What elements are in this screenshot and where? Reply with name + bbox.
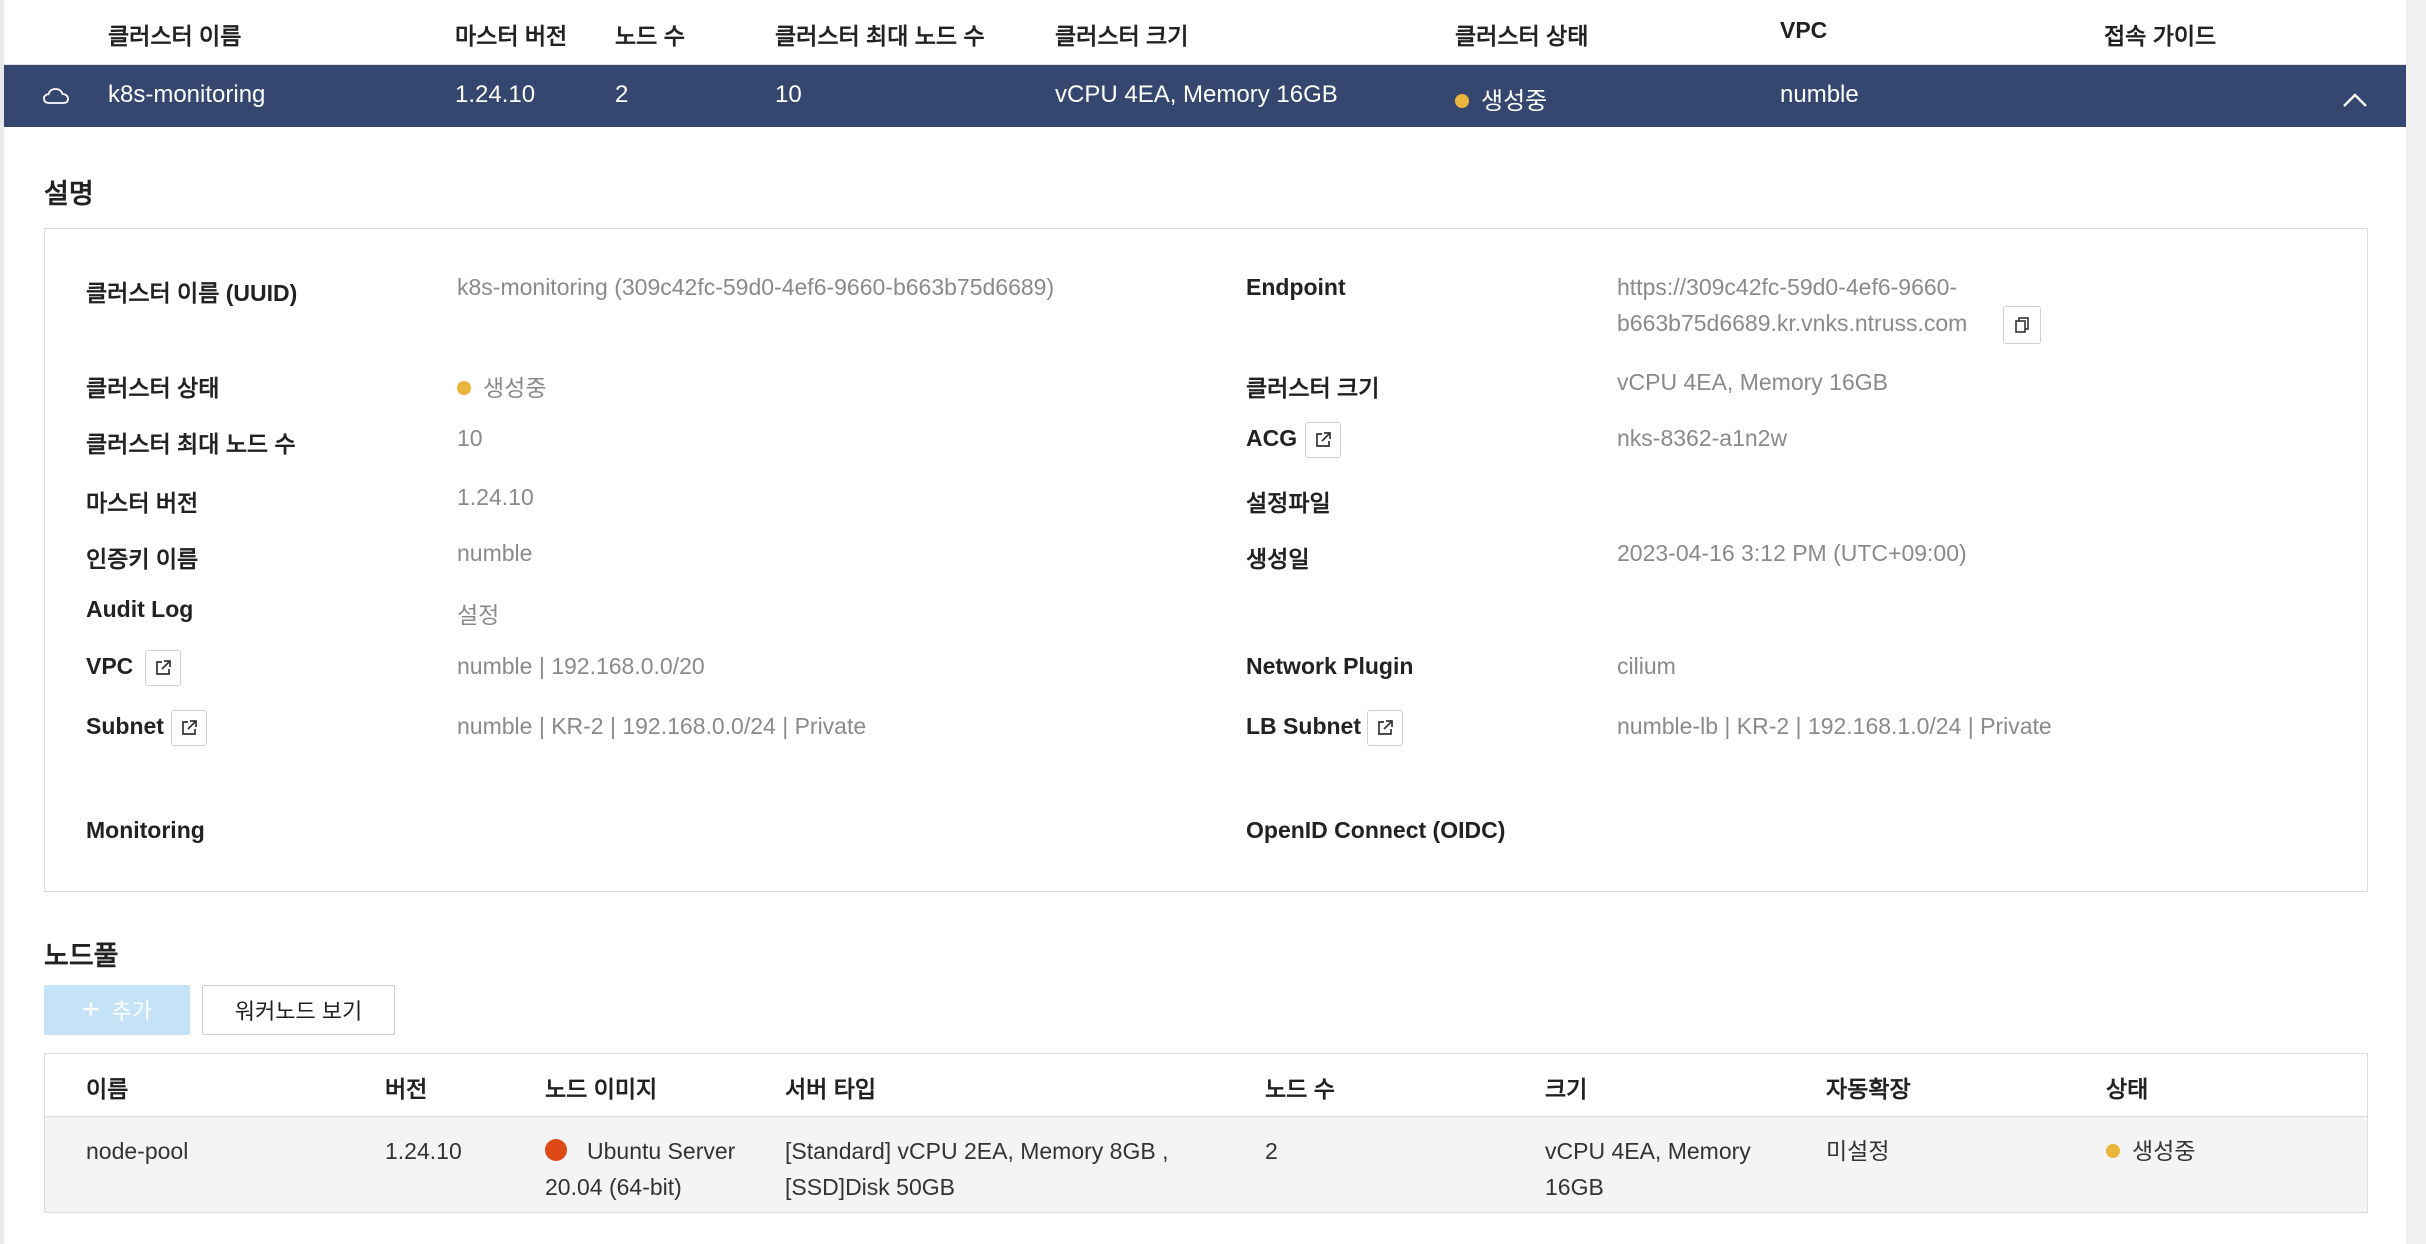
col-cluster-status[interactable]: 클러스터 상태	[1455, 17, 1588, 51]
np-server-line2: [SSD]Disk 50GB	[785, 1174, 955, 1200]
cluster-master-version: 1.24.10	[455, 81, 536, 108]
np-autoscale: 미설정	[1826, 1138, 1890, 1164]
col-vpc[interactable]: VPC	[1780, 17, 1827, 44]
oidc-label: OpenID Connect (OIDC)	[1246, 817, 1506, 843]
created-label: 생성일	[1246, 546, 1310, 572]
config-file-label: 설정파일	[1246, 490, 1331, 516]
np-node-count: 2	[1265, 1138, 1278, 1164]
np-col-version[interactable]: 버전	[385, 1070, 427, 1104]
cluster-max-nodes: 10	[775, 81, 802, 108]
network-plugin-value: cilium	[1617, 653, 1676, 679]
size-value: vCPU 4EA, Memory 16GB	[1617, 369, 1888, 395]
left-frame-edge	[0, 0, 4, 1244]
external-link-icon[interactable]	[1367, 710, 1403, 746]
cluster-table-header: 클러스터 이름 마스터 버전 노드 수 클러스터 최대 노드 수 클러스터 크기…	[4, 0, 2406, 65]
lb-subnet-label: LB Subnet	[1246, 713, 1361, 739]
max-nodes-label: 클러스터 최대 노드 수	[86, 431, 296, 457]
np-size-line2: 16GB	[1545, 1174, 1604, 1200]
scrollbar-track[interactable]	[2406, 0, 2426, 1244]
endpoint-value-line1: https://309c42fc-59d0-4ef6-9660-	[1617, 274, 1958, 300]
add-button-label: 추가	[111, 999, 152, 1024]
subnet-value: numble | KR-2 | 192.168.0.0/24 | Private	[457, 713, 867, 739]
acg-label: ACG	[1246, 425, 1298, 451]
np-col-autoscale[interactable]: 자동확장	[1826, 1070, 1911, 1104]
lb-subnet-value: numble-lb | KR-2 | 192.168.1.0/24 | Priv…	[1617, 713, 2052, 739]
np-image-line1: Ubuntu Server	[587, 1138, 736, 1164]
vpc-value: numble | 192.168.0.0/20	[457, 653, 705, 679]
col-max-nodes[interactable]: 클러스터 최대 노드 수	[775, 17, 985, 51]
np-status: 생성중	[2106, 1133, 2195, 1169]
np-col-size[interactable]: 크기	[1545, 1070, 1587, 1104]
col-access-guide[interactable]: 접속 가이드	[2104, 17, 2216, 51]
external-link-icon[interactable]	[171, 710, 207, 746]
col-cluster-size[interactable]: 클러스터 크기	[1055, 17, 1188, 51]
status-dot-icon	[1455, 93, 1469, 108]
status-value-text: 생성중	[483, 375, 547, 401]
description-panel: 클러스터 이름 (UUID) k8s-monitoring (309c42fc-…	[44, 228, 2368, 892]
cluster-name[interactable]: k8s-monitoring	[108, 81, 265, 109]
chevron-up-icon[interactable]	[2342, 87, 2368, 115]
nodepool-table: 이름 버전 노드 이미지 서버 타입 노드 수 크기 자동확장 상태 node-…	[44, 1053, 2368, 1213]
np-size-line1: vCPU 4EA, Memory	[1545, 1138, 1751, 1164]
nodepool-table-header: 이름 버전 노드 이미지 서버 타입 노드 수 크기 자동확장 상태	[45, 1054, 2367, 1117]
status-dot-icon	[2106, 1143, 2120, 1158]
np-col-node-image[interactable]: 노드 이미지	[545, 1070, 657, 1104]
auth-key-value: numble	[457, 540, 533, 566]
cluster-node-count: 2	[615, 81, 629, 108]
monitoring-label: Monitoring	[86, 817, 205, 843]
table-row[interactable]: node-pool 1.24.10 Ubuntu Server 20.04 (6…	[45, 1117, 2367, 1212]
np-col-server-type[interactable]: 서버 타입	[785, 1070, 876, 1104]
endpoint-value-line2: b663b75d6689.kr.vnks.ntruss.com	[1617, 310, 1968, 336]
np-col-node-count[interactable]: 노드 수	[1265, 1070, 1335, 1104]
acg-value: nks-8362-a1n2w	[1617, 425, 1788, 451]
np-node-image: Ubuntu Server 20.04 (64-bit)	[545, 1133, 735, 1205]
cluster-vpc: numble	[1780, 81, 1859, 108]
subnet-label: Subnet	[86, 713, 164, 739]
status-dot-icon	[457, 380, 471, 395]
col-cluster-name[interactable]: 클러스터 이름	[108, 17, 241, 51]
status-label: 클러스터 상태	[86, 375, 220, 401]
network-plugin-label: Network Plugin	[1246, 653, 1414, 679]
created-value: 2023-04-16 3:12 PM (UTC+09:00)	[1617, 540, 1967, 566]
cluster-size: vCPU 4EA, Memory 16GB	[1055, 81, 1338, 108]
cluster-row-selected[interactable]: k8s-monitoring 1.24.10 2 10 vCPU 4EA, Me…	[4, 65, 2406, 127]
view-worker-nodes-button[interactable]: 워커노드 보기	[202, 985, 395, 1035]
np-col-status[interactable]: 상태	[2106, 1070, 2148, 1104]
size-label: 클러스터 크기	[1246, 375, 1380, 401]
np-status-text: 생성중	[2132, 1138, 2196, 1164]
cluster-status-text: 생성중	[1481, 88, 1548, 115]
audit-log-value[interactable]: 설정	[457, 596, 499, 630]
copy-icon[interactable]	[2003, 306, 2041, 344]
description-title: 설명	[44, 179, 94, 209]
nodepool-title: 노드풀	[44, 941, 119, 971]
status-value: 생성중	[457, 369, 546, 403]
add-nodepool-button[interactable]: + 추가	[44, 985, 190, 1035]
np-size: vCPU 4EA, Memory 16GB	[1545, 1133, 1751, 1205]
master-version-label: 마스터 버전	[86, 490, 199, 516]
vpc-label: VPC	[86, 653, 134, 679]
auth-key-label: 인증키 이름	[86, 546, 199, 572]
cluster-status: 생성중	[1455, 81, 1547, 116]
np-version: 1.24.10	[385, 1138, 462, 1164]
plus-icon: +	[81, 993, 100, 1026]
ubuntu-icon	[545, 1138, 567, 1161]
np-server-type: [Standard] vCPU 2EA, Memory 8GB , [SSD]D…	[785, 1133, 1168, 1205]
audit-log-label: Audit Log	[86, 596, 194, 622]
col-node-count[interactable]: 노드 수	[615, 17, 685, 51]
np-image-line2: 20.04 (64-bit)	[545, 1174, 682, 1200]
np-col-name[interactable]: 이름	[86, 1070, 128, 1104]
cloud-icon	[42, 85, 70, 113]
np-name[interactable]: node-pool	[86, 1133, 188, 1169]
external-link-icon[interactable]	[145, 650, 181, 686]
np-server-line1: [Standard] vCPU 2EA, Memory 8GB ,	[785, 1138, 1169, 1164]
external-link-icon[interactable]	[1305, 422, 1341, 458]
max-nodes-value: 10	[457, 425, 483, 451]
endpoint-label: Endpoint	[1246, 274, 1346, 300]
uuid-label: 클러스터 이름 (UUID)	[86, 280, 298, 306]
uuid-value: k8s-monitoring (309c42fc-59d0-4ef6-9660-…	[457, 274, 1055, 300]
master-version-value: 1.24.10	[457, 484, 534, 510]
col-master-version[interactable]: 마스터 버전	[455, 17, 567, 51]
